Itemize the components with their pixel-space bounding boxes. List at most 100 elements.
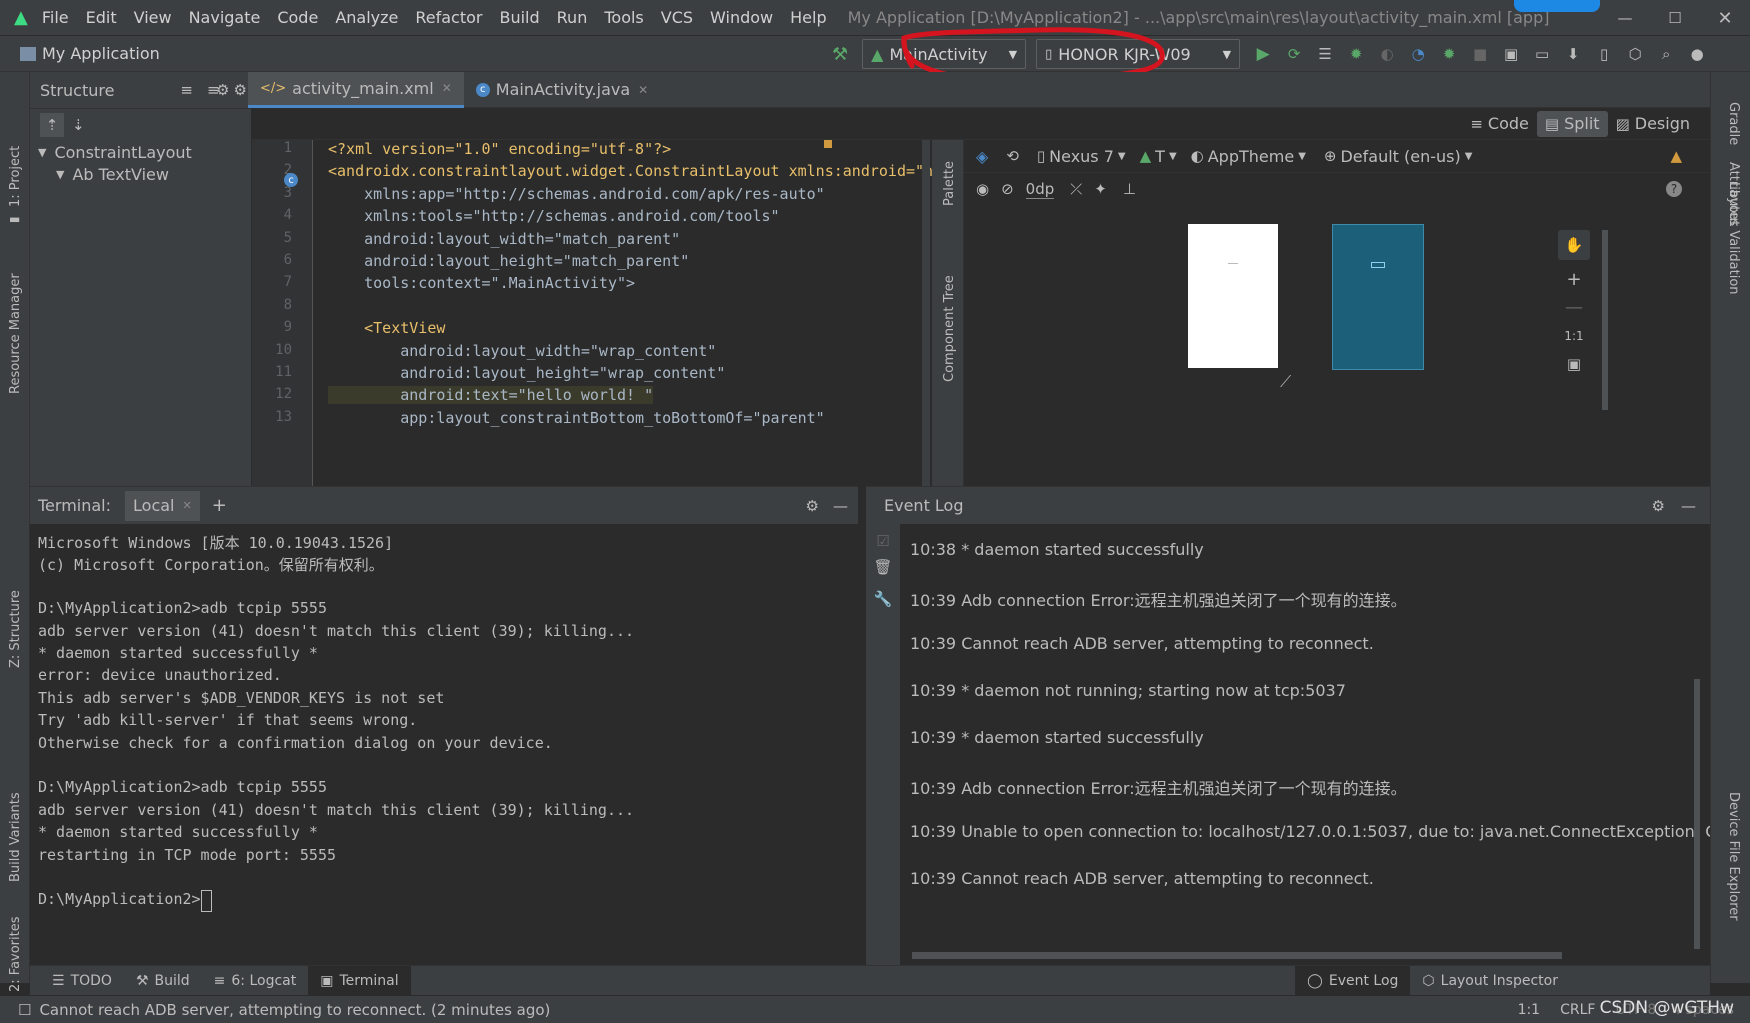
tool-tab-build[interactable]: ⚒ Build: [124, 966, 202, 996]
zoom-actual-size[interactable]: 1:1: [1558, 322, 1590, 350]
mark-read-icon[interactable]: ☑: [866, 532, 900, 550]
menu-item-view[interactable]: View: [134, 8, 172, 27]
tool-tab-structure[interactable]: Z: Structure: [8, 590, 23, 668]
tool-tab-todo[interactable]: ☰ TODO: [40, 966, 124, 996]
wrench-icon[interactable]: 🔧: [866, 590, 900, 608]
code-editor[interactable]: 1 2 3 4 5 6 7 8 9 10 11 12 13 <?xml version="1.0" en…: [252, 140, 932, 486]
zoom-in-icon[interactable]: +: [1558, 266, 1590, 294]
settings-icon[interactable]: ⚙: [1652, 497, 1665, 515]
zoom-fit-icon[interactable]: ▣: [1558, 350, 1590, 378]
navigate-up-icon[interactable]: ⇡: [40, 113, 64, 137]
menu-item-file[interactable]: File: [42, 8, 69, 27]
menu-item-run[interactable]: Run: [557, 8, 588, 27]
attach-debugger-icon[interactable]: ◐: [1376, 43, 1398, 65]
orientation-icon[interactable]: ⟲: [1006, 147, 1019, 165]
stop-icon[interactable]: ■: [1469, 43, 1491, 65]
search-icon[interactable]: ⌕: [1655, 43, 1677, 65]
pan-icon[interactable]: ✋: [1558, 230, 1590, 260]
tool-tab-layout-inspector[interactable]: ⬡ Layout Inspector: [1410, 966, 1570, 996]
expand-all-icon[interactable]: ≡: [180, 81, 193, 99]
menu-item-refactor[interactable]: Refactor: [415, 8, 482, 27]
tool-tab-logcat[interactable]: ≡ 6: Logcat: [202, 966, 309, 996]
apply-changes-icon[interactable]: ⟳: [1283, 43, 1305, 65]
menu-item-build[interactable]: Build: [499, 8, 539, 27]
device-dropdown[interactable]: ▯ Nexus 7 ▼: [1037, 147, 1126, 166]
maximize-icon[interactable]: ☐: [1650, 9, 1700, 27]
resize-handle-icon[interactable]: ⟋: [1280, 372, 1291, 392]
tool-tab-event-log[interactable]: ◯ Event Log: [1295, 965, 1411, 996]
device-manager-icon[interactable]: ▯: [1593, 43, 1615, 65]
project-breadcrumb[interactable]: My Application: [42, 44, 160, 63]
navigate-down-icon[interactable]: ⇣: [72, 116, 85, 134]
tool-tab-device-file-explorer[interactable]: Device File Explorer: [1726, 792, 1741, 921]
design-preview[interactable]: [1188, 224, 1278, 368]
run-icon[interactable]: ▶: [1252, 43, 1274, 65]
account-icon[interactable]: ●: [1686, 43, 1708, 65]
menu-item-code[interactable]: Code: [277, 8, 318, 27]
blueprint-preview[interactable]: [1332, 224, 1424, 370]
tool-tab-build-variants[interactable]: Build Variants: [8, 792, 23, 882]
status-message[interactable]: Cannot reach ADB server, attempting to r…: [39, 1001, 550, 1019]
minimize-icon[interactable]: —: [1600, 9, 1650, 27]
avd-manager-icon[interactable]: ▭: [1531, 43, 1553, 65]
magnet-icon[interactable]: ⊘: [1001, 180, 1014, 198]
caret-position[interactable]: 1:1: [1518, 1002, 1541, 1018]
status-panel-icon[interactable]: ☐: [18, 1001, 31, 1019]
tool-tab-gradle[interactable]: Gradle: [1726, 102, 1741, 145]
make-project-icon[interactable]: ⚒: [832, 44, 848, 65]
tab-activity-main-xml[interactable]: </> activity_main.xml ✕: [248, 71, 464, 108]
sdk-manager-icon[interactable]: ⬇: [1562, 43, 1584, 65]
settings-icon[interactable]: ⚙: [806, 497, 819, 515]
debug-icon[interactable]: ✹: [1345, 43, 1367, 65]
tool-tab-layout-validation[interactable]: Layout Validation: [1726, 182, 1741, 295]
design-scrollbar[interactable]: [1602, 230, 1608, 410]
close-tab-icon[interactable]: ✕: [638, 83, 648, 97]
tree-item-textview[interactable]: ▼ Ab TextView: [38, 163, 251, 185]
sync-project-icon[interactable]: ▣: [1500, 43, 1522, 65]
line-separator[interactable]: CRLF: [1560, 1002, 1595, 1018]
default-margin[interactable]: 0dp: [1025, 180, 1055, 199]
api-dropdown[interactable]: ▲ T ▼: [1140, 147, 1177, 166]
minimize-panel-icon[interactable]: —: [833, 497, 848, 515]
layers-icon[interactable]: ◈: [976, 147, 988, 166]
clear-constraints-icon[interactable]: ⤫: [1070, 180, 1082, 198]
palette-tab[interactable]: Palette: [942, 161, 957, 206]
debug-process-icon[interactable]: ✹: [1438, 43, 1460, 65]
menu-item-navigate[interactable]: Navigate: [189, 8, 261, 27]
terminal-tab-local[interactable]: Local ✕: [125, 490, 200, 521]
minimize-panel-icon[interactable]: —: [1681, 497, 1696, 515]
event-log-output[interactable]: 10:38 * daemon started successfully 10:39…: [900, 524, 1710, 964]
tree-item-constraintlayout[interactable]: ▼ ConstraintLayout: [38, 141, 251, 163]
guidelines-icon[interactable]: ⊥: [1123, 180, 1136, 198]
close-icon[interactable]: ✕: [1700, 8, 1750, 29]
zoom-out-icon[interactable]: —: [1558, 294, 1590, 322]
scrollbar[interactable]: [922, 140, 930, 486]
eye-icon[interactable]: ◉: [976, 180, 989, 198]
coverage-icon[interactable]: ☰: [1314, 43, 1336, 65]
tool-tab-project[interactable]: 1: Project: [8, 146, 23, 207]
menu-item-help[interactable]: Help: [790, 8, 826, 27]
component-tree-tab[interactable]: Component Tree: [942, 275, 957, 382]
menu-item-analyze[interactable]: Analyze: [335, 8, 398, 27]
new-session-icon[interactable]: +: [212, 495, 227, 516]
layout-inspector-icon[interactable]: ⬡: [1624, 43, 1646, 65]
trash-icon[interactable]: 🗑: [866, 558, 900, 576]
view-mode-split[interactable]: ▤ Split: [1536, 110, 1608, 137]
horizontal-scrollbar[interactable]: [912, 952, 1562, 959]
menu-item-edit[interactable]: Edit: [86, 8, 117, 27]
help-icon[interactable]: ?: [1666, 181, 1682, 197]
infer-constraints-icon[interactable]: ✦: [1094, 180, 1107, 198]
vertical-scrollbar[interactable]: [1694, 679, 1700, 949]
tab-mainactivity-java[interactable]: c MainActivity.java ✕: [464, 72, 660, 108]
locale-dropdown[interactable]: ⊕ Default (en-us) ▼: [1324, 147, 1473, 166]
menu-item-vcs[interactable]: VCS: [661, 8, 693, 27]
profile-icon[interactable]: ◔: [1407, 43, 1429, 65]
tool-tab-favorites[interactable]: 2: Favorites: [8, 916, 23, 992]
close-tab-icon[interactable]: ✕: [182, 499, 191, 512]
tool-tab-terminal[interactable]: ▣ Terminal: [308, 965, 411, 996]
theme-dropdown[interactable]: ◐ AppTheme ▼: [1191, 147, 1306, 166]
terminal-output[interactable]: Microsoft Windows [版本 10.0.19043.1526] (c…: [30, 524, 858, 965]
close-tab-icon[interactable]: ✕: [442, 81, 452, 95]
view-mode-design[interactable]: ▨ Design: [1608, 111, 1698, 137]
view-mode-code[interactable]: ≡ Code: [1462, 111, 1537, 137]
